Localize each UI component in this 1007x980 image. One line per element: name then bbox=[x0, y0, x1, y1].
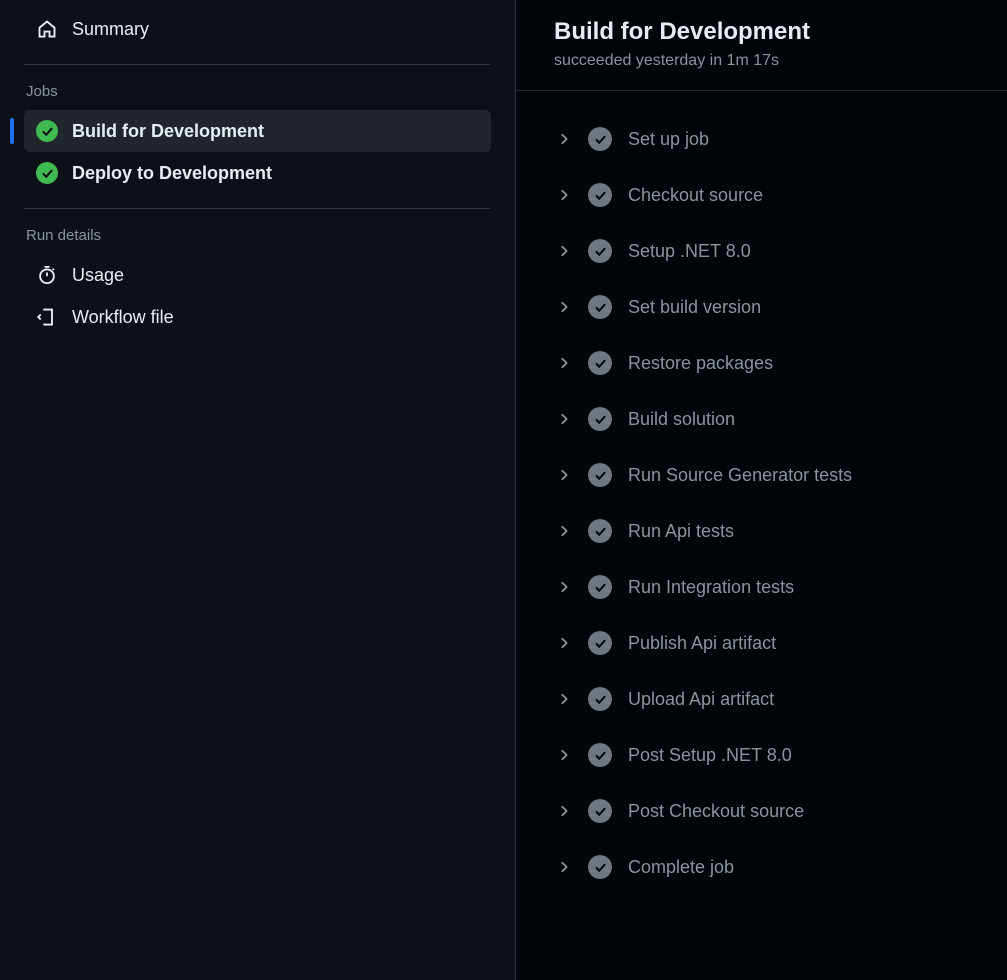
step-label: Post Setup .NET 8.0 bbox=[628, 745, 792, 766]
step-label: Build solution bbox=[628, 409, 735, 430]
step-label: Restore packages bbox=[628, 353, 773, 374]
chevron-right-icon bbox=[556, 299, 572, 315]
divider bbox=[24, 208, 491, 209]
success-check-icon bbox=[588, 687, 612, 711]
step-row[interactable]: Build solution bbox=[516, 391, 1007, 447]
main-panel: Build for Development succeeded yesterda… bbox=[515, 0, 1007, 980]
success-check-icon bbox=[588, 743, 612, 767]
sidebar-summary-label: Summary bbox=[72, 19, 479, 40]
sidebar: Summary Jobs Build for Development Deploy… bbox=[0, 0, 515, 980]
success-check-icon bbox=[36, 162, 58, 184]
step-row[interactable]: Set up job bbox=[516, 111, 1007, 167]
success-check-icon bbox=[588, 295, 612, 319]
success-check-icon bbox=[588, 239, 612, 263]
job-title: Build for Development bbox=[554, 18, 969, 46]
jobs-header: Jobs bbox=[24, 83, 491, 110]
chevron-right-icon bbox=[556, 803, 572, 819]
success-check-icon bbox=[588, 183, 612, 207]
chevron-right-icon bbox=[556, 187, 572, 203]
step-label: Publish Api artifact bbox=[628, 633, 776, 654]
step-row[interactable]: Post Setup .NET 8.0 bbox=[516, 727, 1007, 783]
success-check-icon bbox=[36, 120, 58, 142]
step-row[interactable]: Run Integration tests bbox=[516, 559, 1007, 615]
chevron-right-icon bbox=[556, 411, 572, 427]
chevron-right-icon bbox=[556, 579, 572, 595]
chevron-right-icon bbox=[556, 691, 572, 707]
step-row[interactable]: Run Api tests bbox=[516, 503, 1007, 559]
home-icon bbox=[36, 18, 58, 40]
job-subtitle: succeeded yesterday in 1m 17s bbox=[554, 52, 969, 70]
stopwatch-icon bbox=[36, 264, 58, 286]
success-check-icon bbox=[588, 519, 612, 543]
success-check-icon bbox=[588, 407, 612, 431]
step-row[interactable]: Publish Api artifact bbox=[516, 615, 1007, 671]
step-label: Run Integration tests bbox=[628, 577, 794, 598]
steps-list: Set up job Checkout source Setup .NET 8.0 S… bbox=[516, 91, 1007, 905]
step-row[interactable]: Restore packages bbox=[516, 335, 1007, 391]
step-row[interactable]: Run Source Generator tests bbox=[516, 447, 1007, 503]
success-check-icon bbox=[588, 127, 612, 151]
sidebar-summary[interactable]: Summary bbox=[24, 8, 491, 50]
sidebar-job-label: Build for Development bbox=[72, 121, 479, 142]
step-label: Set up job bbox=[628, 129, 709, 150]
run-details-header: Run details bbox=[24, 227, 491, 254]
success-check-icon bbox=[588, 631, 612, 655]
chevron-right-icon bbox=[556, 467, 572, 483]
success-check-icon bbox=[588, 855, 612, 879]
step-label: Run Source Generator tests bbox=[628, 465, 852, 486]
divider bbox=[24, 64, 491, 65]
step-label: Set build version bbox=[628, 297, 761, 318]
chevron-right-icon bbox=[556, 131, 572, 147]
success-check-icon bbox=[588, 575, 612, 599]
chevron-right-icon bbox=[556, 523, 572, 539]
step-row[interactable]: Post Checkout source bbox=[516, 783, 1007, 839]
sidebar-workflow-file[interactable]: Workflow file bbox=[24, 296, 491, 338]
step-label: Post Checkout source bbox=[628, 801, 804, 822]
step-label: Upload Api artifact bbox=[628, 689, 774, 710]
sidebar-usage[interactable]: Usage bbox=[24, 254, 491, 296]
success-check-icon bbox=[588, 799, 612, 823]
sidebar-job-item[interactable]: Deploy to Development bbox=[24, 152, 491, 194]
step-row[interactable]: Checkout source bbox=[516, 167, 1007, 223]
sidebar-job-item[interactable]: Build for Development bbox=[24, 110, 491, 152]
step-row[interactable]: Upload Api artifact bbox=[516, 671, 1007, 727]
sidebar-job-label: Deploy to Development bbox=[72, 163, 479, 184]
step-label: Checkout source bbox=[628, 185, 763, 206]
chevron-right-icon bbox=[556, 635, 572, 651]
sidebar-usage-label: Usage bbox=[72, 265, 479, 286]
sidebar-workflow-file-label: Workflow file bbox=[72, 307, 479, 328]
step-label: Complete job bbox=[628, 857, 734, 878]
step-row[interactable]: Setup .NET 8.0 bbox=[516, 223, 1007, 279]
chevron-right-icon bbox=[556, 355, 572, 371]
chevron-right-icon bbox=[556, 243, 572, 259]
step-row[interactable]: Complete job bbox=[516, 839, 1007, 895]
workflow-file-icon bbox=[36, 306, 58, 328]
chevron-right-icon bbox=[556, 859, 572, 875]
step-row[interactable]: Set build version bbox=[516, 279, 1007, 335]
chevron-right-icon bbox=[556, 747, 572, 763]
step-label: Run Api tests bbox=[628, 521, 734, 542]
step-label: Setup .NET 8.0 bbox=[628, 241, 751, 262]
success-check-icon bbox=[588, 351, 612, 375]
main-header: Build for Development succeeded yesterda… bbox=[516, 0, 1007, 91]
success-check-icon bbox=[588, 463, 612, 487]
